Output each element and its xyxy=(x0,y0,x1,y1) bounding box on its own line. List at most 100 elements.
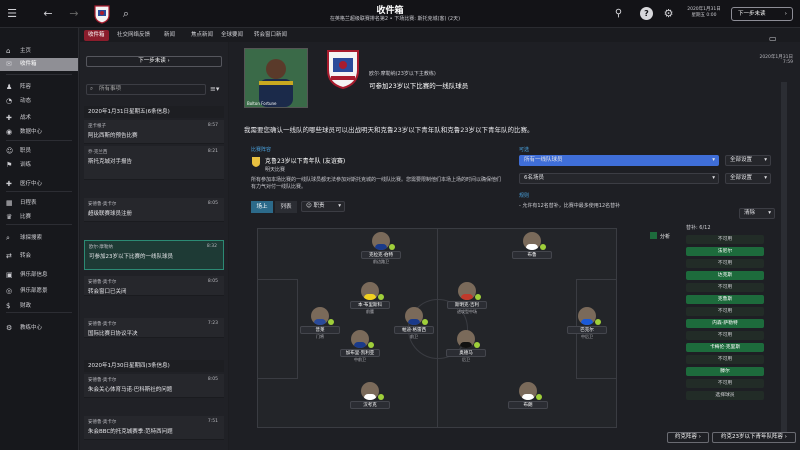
first-team-squad-button[interactable]: 约克阵容 › xyxy=(667,432,709,443)
list-item[interactable]: 安德鲁·奥卡尔 超级联赛球员注册 8:05 xyxy=(84,198,224,222)
players-count-dropdown[interactable]: 6名场员 ▾ xyxy=(519,173,719,184)
tab-3[interactable]: 焦点新闻 xyxy=(187,30,217,41)
sidebar-item-medical[interactable]: ✚ 医疗中心 xyxy=(0,178,78,191)
tab-1[interactable]: 社交网络反馈 xyxy=(113,30,154,41)
gear-icon[interactable]: ⚙ xyxy=(662,7,675,20)
sidebar-item-label: 数据中心 xyxy=(20,129,43,135)
list-item[interactable]: 安德鲁·奥卡尔 朱会BBC的托克城赛季:范特西问题 7:51 xyxy=(84,416,224,440)
sub-slot[interactable]: 不可用 xyxy=(686,283,764,292)
sidebar-item-home[interactable]: ⌂ 主页 xyxy=(0,45,78,58)
player-card[interactable]: 巴克尔 中后卫 xyxy=(567,307,607,340)
player-card[interactable]: 普莱 门将 xyxy=(300,307,340,340)
tab-4[interactable]: 全球要闻 xyxy=(217,30,247,41)
sidebar-item-club-vision[interactable]: ◎ 俱乐部愿景 xyxy=(0,285,78,298)
sub-slot[interactable]: 卡梅伦·克里斯 xyxy=(686,343,764,352)
set-all-dropdown-2[interactable]: 全部设置 ▾ xyxy=(725,173,771,184)
sub-slot[interactable]: 选择球员 xyxy=(686,391,764,400)
available-badge xyxy=(475,294,481,300)
sub-slot[interactable]: 内森·萨勒特 xyxy=(686,319,764,328)
search-placeholder: 所有事项 xyxy=(99,86,122,92)
message-time: 8:05 xyxy=(207,201,218,206)
list-item[interactable]: 安德鲁·奥卡尔 转会窗口已关闭 8:05 xyxy=(84,276,224,296)
sidebar-item-schedule[interactable]: ▦ 日程表 xyxy=(0,197,78,210)
sidebar-item-club-info[interactable]: ▣ 俱乐部信息 xyxy=(0,269,78,282)
message-sender: 欧尔·摩勒纳 xyxy=(89,245,113,250)
squad-icon: ♟ xyxy=(6,83,13,91)
clear-dropdown[interactable]: 清除 ▾ xyxy=(739,208,775,219)
tab-2[interactable]: 新闻 xyxy=(160,30,179,41)
menu-icon[interactable]: ☰ xyxy=(4,6,20,22)
sidebar-item-dynamics[interactable]: ◔ 动态 xyxy=(0,95,78,108)
sub-slot[interactable]: 不可用 xyxy=(686,331,764,340)
sub-slot[interactable]: 不可用 xyxy=(686,355,764,364)
career-icon: ⚙ xyxy=(6,324,13,332)
sidebar-item-scouting[interactable]: ⌕ 球探搜索 xyxy=(0,232,78,245)
sub-slot[interactable]: 滕尔 xyxy=(686,367,764,376)
sub-slot[interactable]: 不可用 xyxy=(686,259,764,268)
tab-pitch-view[interactable]: 场上 xyxy=(251,201,273,213)
list-item[interactable]: 安德鲁·奥卡尔 朱会关心体育马诺·巴科斯社的问题 8:05 xyxy=(84,374,224,398)
sub-slot[interactable]: 不可用 xyxy=(686,379,764,388)
player-role: 后卫 xyxy=(462,357,470,362)
continue-button[interactable]: 下一步未读 › xyxy=(731,7,793,21)
list-item[interactable]: 欧尔·摩勒纳 可参加23岁以下比赛的一线队球员 8:32 xyxy=(84,240,224,270)
sub-slot[interactable]: 达克斯 xyxy=(686,271,764,280)
sidebar-item-staff[interactable]: ☺ 职员 xyxy=(0,145,78,158)
role-dropdown[interactable]: ☺ 职责 ▾ xyxy=(301,201,345,212)
tactics-icon: ✚ xyxy=(6,114,12,122)
scouting-icon: ⌕ xyxy=(6,234,10,242)
help-icon[interactable]: ? xyxy=(640,7,653,20)
list-item[interactable]: 乔·克兰西 斯托克城对手报告 8:21 xyxy=(84,146,224,180)
tab-list-view[interactable]: 列表 xyxy=(275,201,297,213)
sidebar-item-label: 收件箱 xyxy=(20,61,37,67)
sidebar-item-transfers[interactable]: ⇄ 转会 xyxy=(0,250,78,263)
player-card[interactable]: 本·布里斯科 前腰 xyxy=(350,282,390,315)
sidebar-item-career[interactable]: ⚙ 教练中心 xyxy=(0,322,78,335)
trophy-icon[interactable]: ⚲ xyxy=(612,7,625,20)
player-card[interactable]: 布鲁 xyxy=(512,232,552,259)
sidebar-item-inbox[interactable]: ✉ 收件箱 xyxy=(0,58,78,71)
sidebar-item-data-hub[interactable]: ◉ 数据中心 xyxy=(0,126,78,139)
player-card[interactable]: 斯明克·吉利 进攻型中场 xyxy=(447,282,487,315)
availability-dropdown[interactable]: 所有一线队球员 ▾ xyxy=(519,155,719,166)
player-name: 巴克尔 xyxy=(567,326,607,334)
club-crest-logo[interactable] xyxy=(93,4,111,24)
filter-icon[interactable]: ≡▾ xyxy=(210,85,219,93)
next-unread-button[interactable]: 下一步未读 › xyxy=(86,56,222,67)
player-avatar xyxy=(351,330,369,348)
tv-icon[interactable]: ▭ xyxy=(769,34,777,43)
chevron-down-icon: ▾ xyxy=(712,175,715,181)
player-card[interactable]: 克拉克·伯特 前边路卫 xyxy=(361,232,401,265)
player-card[interactable]: 布朗 xyxy=(508,382,548,409)
role-dropdown-label: 职责 xyxy=(313,203,325,209)
scrollbar[interactable] xyxy=(781,82,787,432)
tab-5[interactable]: 转会窗口新闻 xyxy=(250,30,291,41)
sidebar-item-competitions[interactable]: ♛ 比赛 xyxy=(0,211,78,224)
player-name: 布鲁 xyxy=(512,251,552,259)
list-item[interactable]: 安德鲁·奥卡尔 国际比赛日协议平决 7:23 xyxy=(84,318,224,338)
player-card[interactable]: 奥德马 后卫 xyxy=(446,330,486,363)
list-item[interactable]: 巫卡根子 阿比西斯的预告比赛 8:57 xyxy=(84,120,224,144)
staff-icon: ☺ xyxy=(6,147,14,155)
sidebar-item-tactics[interactable]: ✚ 战术 xyxy=(0,112,78,125)
sub-slot[interactable]: 不可用 xyxy=(686,235,764,244)
player-card[interactable]: 帕迪·格雷西 前卫 xyxy=(394,307,434,340)
player-card[interactable]: 加布里·凯利亚 中前卫 xyxy=(340,330,380,363)
inbox-search-input[interactable]: ⌕ 所有事项 xyxy=(86,84,206,95)
sidebar: ⌂ 主页 ✉ 收件箱 ♟ 阵容 ◔ 动态 ✚ 战术 ◉ 数据中心 ☺ 职员 ⚑ 训练 ✚ 医疗中心 ▦ 日程表 ♛ 比赛 ⌕… xyxy=(0,28,79,450)
search-icon[interactable]: ⌕ xyxy=(118,6,134,22)
analysis-toggle[interactable]: 分析 xyxy=(650,232,680,242)
sidebar-item-training[interactable]: ⚑ 训练 xyxy=(0,159,78,172)
sub-slot[interactable]: 不可用 xyxy=(686,307,764,316)
sub-slot[interactable]: 克鲁斯 xyxy=(686,295,764,304)
medical-icon: ✚ xyxy=(6,180,12,188)
forward-arrow-icon[interactable]: → xyxy=(66,6,82,22)
u23-squad-button[interactable]: 约克23岁以下青年队阵容 › xyxy=(712,432,796,443)
sidebar-item-squad[interactable]: ♟ 阵容 xyxy=(0,81,78,94)
sub-slot[interactable]: 法尼尔 xyxy=(686,247,764,256)
tab-0[interactable]: 收件箱 xyxy=(84,30,109,41)
player-card[interactable]: 汉考克 xyxy=(350,382,390,409)
set-all-dropdown[interactable]: 全部设置 ▾ xyxy=(725,155,771,166)
player-role: 门将 xyxy=(316,334,324,339)
back-arrow-icon[interactable]: ← xyxy=(40,6,56,22)
